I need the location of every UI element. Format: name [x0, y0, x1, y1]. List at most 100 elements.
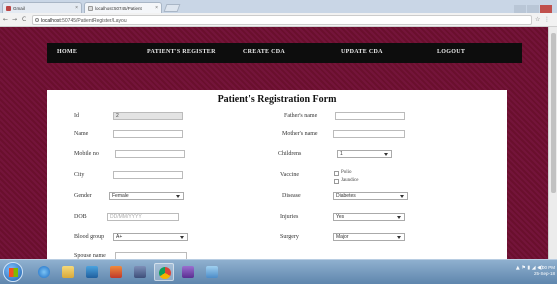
- browser-tab-strip: Gmail × localhost:50745/Patient ×: [0, 0, 557, 13]
- main-nav-bar: HOME PATIENT'S REGISTER CREATE CDA UPDAT…: [47, 43, 522, 63]
- page-info-icon: [35, 18, 39, 22]
- paint-icon: [206, 266, 218, 278]
- taskbar-paint[interactable]: [202, 263, 222, 281]
- gender-select[interactable]: Female: [109, 192, 184, 200]
- address-host: localhost: [41, 18, 61, 24]
- taskbar-java[interactable]: [106, 263, 126, 281]
- chevron-down-icon: [384, 153, 388, 156]
- surgery-label: Surgery: [280, 234, 299, 240]
- taskbar-media[interactable]: [82, 263, 102, 281]
- bookmark-star-icon[interactable]: ☆: [535, 16, 540, 23]
- dob-label: DOB: [74, 214, 87, 220]
- chrome-icon: [159, 267, 171, 279]
- browser-toolbar: ← → C localhost:50745/PatientRegister/La…: [0, 13, 557, 27]
- blood-group-value: A+: [116, 234, 123, 240]
- close-window-button[interactable]: [540, 5, 552, 13]
- menu-icon[interactable]: ⋮: [544, 16, 550, 23]
- disease-value: Diabetes: [336, 193, 356, 199]
- folder-icon: [62, 266, 74, 278]
- childrens-select[interactable]: 1: [337, 150, 392, 158]
- taskbar-app[interactable]: [130, 263, 150, 281]
- vaccine-jaundice-checkbox[interactable]: [334, 179, 339, 184]
- surgery-select[interactable]: Major: [333, 233, 405, 241]
- surgery-value: Major: [336, 234, 349, 240]
- start-button[interactable]: [3, 262, 23, 282]
- vertical-scrollbar[interactable]: [548, 27, 557, 259]
- taskbar-chrome[interactable]: [154, 263, 174, 281]
- taskbar-ie[interactable]: [34, 263, 54, 281]
- gender-value: Female: [112, 193, 129, 199]
- chevron-down-icon: [397, 216, 401, 219]
- close-tab-icon[interactable]: ×: [155, 5, 158, 11]
- registration-form: Patient's Registration Form Id 2 Name Mo…: [47, 90, 507, 260]
- chevron-down-icon: [400, 195, 404, 198]
- nav-logout[interactable]: LOGOUT: [437, 49, 465, 55]
- window-controls: [513, 0, 553, 13]
- close-tab-icon[interactable]: ×: [75, 5, 78, 11]
- disease-label: Disease: [282, 193, 301, 199]
- father-field[interactable]: [335, 112, 405, 120]
- mother-label: Mother's name: [282, 131, 318, 137]
- chevron-down-icon: [180, 236, 184, 239]
- id-label: Id: [74, 113, 79, 119]
- nav-home[interactable]: HOME: [57, 49, 77, 55]
- mobile-label: Mobile no: [74, 151, 99, 157]
- address-path: :50745/PatientRegister/Layou: [60, 18, 127, 24]
- childrens-label: Childrens: [278, 151, 302, 157]
- gender-label: Gender: [74, 193, 92, 199]
- id-field: 2: [113, 112, 183, 120]
- clock-date: 25-Sep-18: [533, 271, 555, 276]
- injuries-select[interactable]: Yes: [333, 213, 405, 221]
- gmail-favicon-icon: [6, 6, 11, 11]
- tab-title: Gmail: [13, 6, 25, 11]
- injuries-value: Yes: [336, 214, 345, 220]
- internet-explorer-icon: [38, 266, 50, 278]
- page-favicon-icon: [88, 6, 93, 11]
- vaccine-jaundice-label: Jaundice: [341, 178, 359, 183]
- name-label: Name: [74, 131, 89, 137]
- form-title: Patient's Registration Form: [217, 94, 337, 105]
- childrens-value: 1: [340, 151, 343, 157]
- new-tab-button[interactable]: [163, 4, 181, 12]
- mobile-field[interactable]: [115, 150, 185, 158]
- city-field[interactable]: [113, 171, 183, 179]
- minimize-button[interactable]: [514, 5, 526, 13]
- blood-group-select[interactable]: A+: [113, 233, 188, 241]
- scrollbar-thumb[interactable]: [551, 33, 556, 193]
- taskbar-vs[interactable]: [178, 263, 198, 281]
- blood-group-label: Blood group: [74, 234, 105, 240]
- dob-field[interactable]: DD/MM/YYYY: [107, 213, 179, 221]
- app-icon: [134, 266, 146, 278]
- tab-title: localhost:50745/Patient: [95, 6, 142, 11]
- chevron-down-icon: [397, 236, 401, 239]
- father-label: Father's name: [284, 113, 318, 119]
- system-clock[interactable]: 9:00 PM 25-Sep-18: [534, 265, 555, 277]
- java-icon: [110, 266, 122, 278]
- injuries-label: Injuries: [280, 214, 299, 220]
- taskbar-explorer[interactable]: [58, 263, 78, 281]
- visual-studio-icon: [182, 266, 194, 278]
- windows-logo-icon: [9, 268, 18, 277]
- address-bar[interactable]: localhost:50745/PatientRegister/Layou: [32, 15, 532, 25]
- vaccine-label: Vaccine: [280, 172, 299, 178]
- disease-select[interactable]: Diabetes: [333, 192, 408, 200]
- name-field[interactable]: [113, 130, 183, 138]
- reload-icon[interactable]: C: [22, 16, 26, 23]
- forward-arrow-icon[interactable]: →: [12, 16, 17, 23]
- vaccine-polio-checkbox[interactable]: [334, 171, 339, 176]
- browser-tab-gmail[interactable]: Gmail ×: [2, 2, 82, 13]
- chevron-down-icon: [176, 195, 180, 198]
- vaccine-polio-label: Polio: [341, 170, 352, 175]
- nav-create-cda[interactable]: CREATE CDA: [243, 49, 285, 55]
- browser-tab-localhost[interactable]: localhost:50745/Patient ×: [84, 2, 162, 13]
- os-taskbar: ▲ ⚑ ▮ ◢ ◀) 9:00 PM 25-Sep-18: [0, 259, 557, 284]
- id-value: 2: [116, 113, 119, 119]
- dob-placeholder: DD/MM/YYYY: [110, 214, 142, 220]
- nav-update-cda[interactable]: UPDATE CDA: [341, 49, 383, 55]
- media-player-icon: [86, 266, 98, 278]
- back-arrow-icon[interactable]: ←: [3, 16, 8, 23]
- nav-patients-register[interactable]: PATIENT'S REGISTER: [147, 49, 216, 55]
- mother-field[interactable]: [333, 130, 405, 138]
- maximize-button[interactable]: [527, 5, 539, 13]
- city-label: City: [74, 172, 85, 178]
